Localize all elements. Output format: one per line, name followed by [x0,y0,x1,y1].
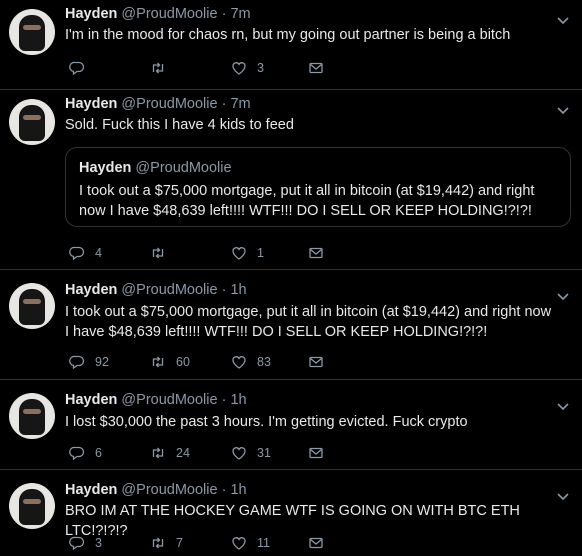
timestamp[interactable]: · 7m [222,96,251,112]
avatar[interactable] [9,283,55,329]
tweet[interactable]: Hayden @ProudMoolie · 7m I'm in the mood… [0,0,582,90]
tweet-header: Hayden @ProudMoolie · 1h [65,282,247,298]
reply-icon [69,446,85,461]
like-button[interactable]: 31 [231,444,271,462]
retweet-button[interactable] [150,59,176,77]
reply-icon [69,536,85,551]
reply-button[interactable]: 92 [69,353,109,371]
retweet-button[interactable] [150,244,176,262]
direct-message-button[interactable] [308,244,324,262]
chevron-down-icon[interactable] [556,399,570,413]
user-handle[interactable]: @ProudMoolie [121,392,217,408]
envelope-icon [309,62,323,74]
retweet-button[interactable]: 24 [150,444,190,462]
user-handle[interactable]: @ProudMoolie [121,282,217,298]
retweet-count: 7 [176,536,183,550]
reply-icon [69,246,85,261]
like-button[interactable]: 11 [231,534,270,552]
like-button[interactable]: 83 [231,353,271,371]
retweet-button[interactable]: 7 [150,534,183,552]
reply-button[interactable]: 4 [69,244,102,262]
retweet-icon [152,247,164,259]
avatar[interactable] [9,9,55,55]
avatar[interactable] [9,483,55,529]
tweet[interactable]: Hayden @ProudMoolie · 1h BRO IM AT THE H… [0,470,582,556]
retweet-button[interactable]: 60 [150,353,190,371]
envelope-icon [309,247,323,259]
display-name[interactable]: Hayden [65,96,117,112]
quoted-tweet-header: Hayden @ProudMoolie [79,160,232,176]
reply-count: 3 [95,536,102,550]
avatar[interactable] [9,393,55,439]
reply-icon [69,355,85,370]
envelope-icon [309,537,323,549]
heart-icon [232,537,246,550]
reply-icon [69,61,85,76]
direct-message-button[interactable] [308,534,324,552]
tweet[interactable]: Hayden @ProudMoolie · 1h I took out a $7… [0,270,582,380]
quoted-tweet[interactable]: Hayden @ProudMoolie I took out a $75,000… [65,147,571,227]
user-handle[interactable]: @ProudMoolie [121,96,217,112]
quoted-tweet-text: I took out a $75,000 mortgage, put it al… [79,183,535,219]
like-button[interactable]: 3 [231,59,264,77]
timestamp[interactable]: · 1h [222,482,247,498]
chevron-down-icon[interactable] [556,13,570,27]
like-button[interactable]: 1 [231,244,264,262]
heart-icon [232,247,246,260]
timestamp[interactable]: · 7m [222,6,251,22]
envelope-icon [309,356,323,368]
like-count: 31 [257,446,271,460]
like-count: 11 [257,536,270,550]
heart-icon [232,356,246,369]
timeline: Hayden @ProudMoolie · 7m I'm in the mood… [0,0,582,556]
tweet-header: Hayden @ProudMoolie · 1h [65,392,247,408]
reply-button[interactable]: 6 [69,444,102,462]
tweet-header: Hayden @ProudMoolie · 7m [65,96,251,112]
quoted-user-handle: @ProudMoolie [135,160,232,176]
display-name[interactable]: Hayden [65,392,117,408]
reply-count: 92 [95,355,109,369]
timestamp[interactable]: · 1h [222,392,247,408]
direct-message-button[interactable] [308,59,324,77]
reply-button[interactable] [69,59,95,77]
tweet[interactable]: Hayden @ProudMoolie · 1h I lost $30,000 … [0,380,582,470]
avatar[interactable] [9,99,55,145]
reply-count: 4 [95,246,102,260]
user-handle[interactable]: @ProudMoolie [121,6,217,22]
retweet-icon [152,447,164,459]
display-name[interactable]: Hayden [65,282,117,298]
retweet-icon [152,537,164,549]
like-count: 3 [257,61,264,75]
reply-button[interactable]: 3 [69,534,102,552]
tweet-header: Hayden @ProudMoolie · 7m [65,6,251,22]
retweet-icon [152,62,164,74]
chevron-down-icon[interactable] [556,289,570,303]
tweet-text: Sold. Fuck this I have 4 kids to feed [65,117,294,133]
envelope-icon [309,447,323,459]
retweet-count: 24 [176,446,190,460]
quoted-display-name: Hayden [79,160,132,176]
tweet-text: I'm in the mood for chaos rn, but my goi… [65,27,511,43]
like-count: 83 [257,355,271,369]
direct-message-button[interactable] [308,353,324,371]
timestamp[interactable]: · 1h [222,282,247,298]
heart-icon [232,447,246,460]
direct-message-button[interactable] [308,444,324,462]
retweet-count: 60 [176,355,190,369]
chevron-down-icon[interactable] [556,103,570,117]
tweet[interactable]: Hayden @ProudMoolie · 7m Sold. Fuck this… [0,90,582,270]
chevron-down-icon[interactable] [556,489,570,503]
reply-count: 6 [95,446,102,460]
tweet-text: I lost $30,000 the past 3 hours. I'm get… [65,414,468,430]
tweet-text: I took out a $75,000 mortgage, put it al… [65,304,552,340]
like-count: 1 [257,246,264,260]
display-name[interactable]: Hayden [65,6,117,22]
display-name[interactable]: Hayden [65,482,117,498]
heart-icon [232,62,246,75]
tweet-header: Hayden @ProudMoolie · 1h [65,482,247,498]
user-handle[interactable]: @ProudMoolie [121,482,217,498]
retweet-icon [152,356,164,368]
